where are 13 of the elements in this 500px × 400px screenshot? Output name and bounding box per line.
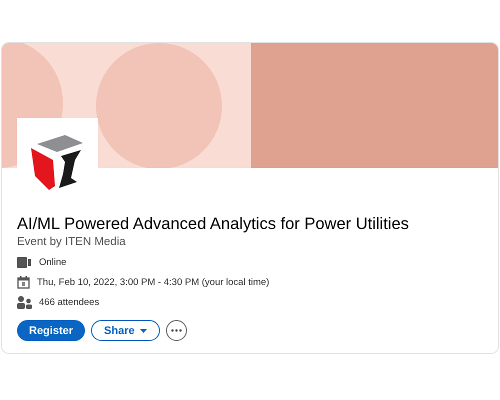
calendar-icon (17, 276, 30, 288)
organizer-text: Event by ITEN Media (17, 236, 127, 248)
event-detail: Thu, Feb 10, 2022, 3:00 PM - 4:30 PM (your local time) (37, 276, 270, 288)
register-button[interactable]: Register (17, 320, 86, 341)
event-detail: Online (39, 256, 66, 268)
event-title: AI/ML Powered Advanced Analytics for Power Utilities (17, 214, 410, 235)
event-detail: 466 attendees (39, 296, 100, 308)
video-camera-icon (17, 256, 32, 268)
share-button[interactable]: Share (91, 320, 160, 341)
people-icon (17, 296, 32, 308)
caret-icon (140, 328, 147, 332)
more-icon (170, 329, 182, 332)
more-button[interactable] (166, 320, 187, 341)
